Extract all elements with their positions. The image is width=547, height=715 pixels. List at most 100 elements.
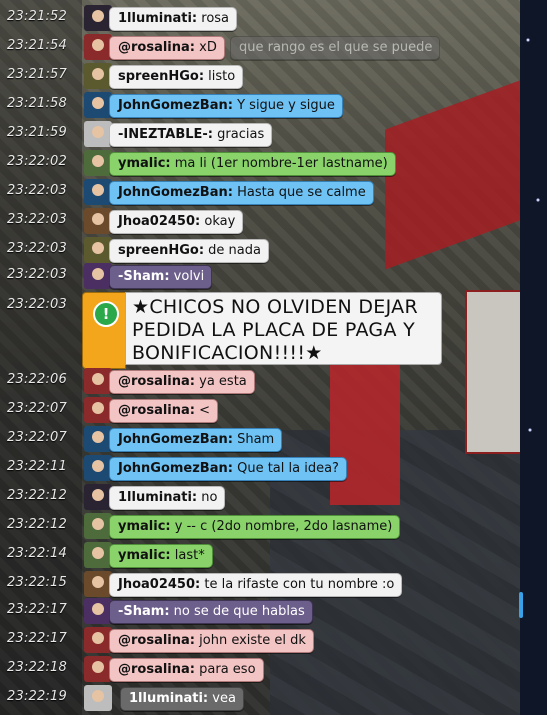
username: -Sham: (118, 269, 170, 284)
chat-row: 23:22:19 1lluminati: vea (0, 684, 520, 713)
avatar[interactable] (84, 656, 112, 682)
chat-bubble[interactable]: -INEZTABLE-: gracias (109, 123, 273, 147)
chat-bubble[interactable]: JohnGomezBan: Hasta que se calme (109, 181, 374, 205)
message-text: para eso (199, 662, 256, 677)
avatar[interactable] (84, 542, 112, 568)
avatar[interactable] (84, 455, 112, 481)
avatar[interactable] (84, 397, 112, 423)
chat-bubble-faded: que rango es el que se puede (230, 36, 441, 60)
chat-bubble[interactable]: @rosalina: ya esta (109, 370, 255, 394)
avatar[interactable] (84, 63, 112, 89)
avatar[interactable] (84, 426, 112, 452)
timestamp: 23:21:59 (7, 125, 67, 140)
chat-row: 23:21:57 spreenHGo: listo (0, 62, 520, 91)
timestamp: 23:22:07 (7, 430, 67, 445)
chat-row: 23:22:18 @rosalina: para eso (0, 655, 520, 684)
timestamp: 23:22:03 (7, 183, 67, 198)
timestamp: 23:22:11 (7, 459, 67, 474)
username: @rosalina: (118, 40, 195, 55)
message-text: ma li (1er nombre-1er lastname) (174, 156, 388, 171)
chat-bubble[interactable]: 1lluminati: vea (120, 687, 244, 711)
chat-row: 23:22:17 -Sham: no se de que hablas (0, 597, 520, 626)
avatar[interactable] (84, 685, 112, 711)
avatar[interactable] (84, 5, 112, 31)
chat-bubble[interactable]: ymalic: y -- c (2do nombre, 2do lasname) (109, 515, 401, 539)
avatar[interactable] (84, 627, 112, 653)
avatar[interactable] (84, 484, 112, 510)
chat-bubble[interactable]: @rosalina: < (109, 399, 219, 423)
avatar[interactable] (84, 121, 112, 147)
message-text: no se de que hablas (173, 604, 305, 619)
chat-bubble[interactable]: -Sham: volvi (109, 265, 213, 289)
username: 1lluminati: (118, 11, 198, 26)
message-text: Sham (237, 432, 275, 447)
username: spreenHGo: (118, 69, 205, 84)
username: @rosalina: (118, 374, 195, 389)
chat-bubble[interactable]: JohnGomezBan: Que tal la idea? (109, 457, 347, 481)
chat-row: 23:22:06 @rosalina: ya esta (0, 367, 520, 396)
avatar[interactable] (84, 571, 112, 597)
timestamp: 23:22:19 (7, 689, 67, 704)
username: -Sham: (118, 604, 170, 619)
timestamp: 23:22:03 (7, 212, 67, 227)
chat-bubble[interactable]: ymalic: ma li (1er nombre-1er lastname) (109, 152, 396, 176)
chat-row: 23:22:07 @rosalina: < (0, 396, 520, 425)
alert-bubble[interactable]: ! ★CHICOS NO OLVIDEN DEJAR PEDIDA LA PLA… (82, 292, 444, 369)
chat-bubble[interactable]: spreenHGo: de nada (109, 239, 269, 263)
message-text: vea (212, 691, 236, 706)
chat-row: 23:21:59 -INEZTABLE-: gracias (0, 120, 520, 149)
chat-bubble[interactable]: JohnGomezBan: Y sigue y sigue (109, 94, 343, 118)
timestamp: 23:22:07 (7, 401, 67, 416)
chat-row: 23:21:58 JohnGomezBan: Y sigue y sigue (0, 91, 520, 120)
message-text: last* (174, 548, 205, 563)
avatar[interactable] (84, 598, 112, 624)
username: JohnGomezBan: (118, 432, 233, 447)
chat-bubble[interactable]: @rosalina: john existe el dk (109, 629, 314, 653)
chat-bubble[interactable]: 1lluminati: rosa (109, 7, 238, 31)
chat-bubble[interactable]: Jhoa02450: okay (109, 210, 244, 234)
side-panel (520, 0, 547, 715)
timestamp: 23:22:03 (7, 267, 67, 282)
chat-bubble[interactable]: 1lluminati: no (109, 486, 226, 510)
chat-bubble[interactable]: @rosalina: para eso (109, 658, 264, 682)
timestamp: 23:22:03 (7, 297, 67, 312)
username: ymalic: (118, 519, 171, 534)
timestamp: 23:22:06 (7, 372, 67, 387)
avatar[interactable] (84, 92, 112, 118)
chat-row: 23:22:14 ymalic: last* (0, 541, 520, 570)
avatar[interactable] (84, 150, 112, 176)
chat-row: 23:21:54 @rosalina: xD que rango es el q… (0, 33, 520, 62)
avatar[interactable] (84, 513, 112, 539)
avatar[interactable] (84, 208, 112, 234)
chat-bubble[interactable]: @rosalina: xD (109, 36, 225, 60)
chat-bubble[interactable]: Jhoa02450: te la rifaste con tu nombre :… (109, 573, 403, 597)
chat-bubble[interactable]: spreenHGo: listo (109, 65, 244, 89)
message-text: xD (199, 40, 217, 55)
avatar[interactable] (84, 263, 112, 289)
avatar[interactable] (84, 237, 112, 263)
chat-bubble[interactable]: -Sham: no se de que hablas (109, 600, 313, 624)
timestamp: 23:21:54 (7, 38, 67, 53)
chat-row: 23:22:17 @rosalina: john existe el dk (0, 626, 520, 655)
timestamp: 23:22:17 (7, 602, 67, 617)
chat-row: 23:22:03 JohnGomezBan: Hasta que se calm… (0, 178, 520, 207)
username: JohnGomezBan: (118, 461, 233, 476)
message-text: que rango es el que se puede (239, 40, 433, 55)
alert-icon-box: ! (82, 292, 126, 369)
chat-row: 23:22:02 ymalic: ma li (1er nombre-1er l… (0, 149, 520, 178)
chat-bubble[interactable]: ymalic: last* (109, 544, 213, 568)
username: @rosalina: (118, 662, 195, 677)
message-text: Hasta que se calme (237, 185, 366, 200)
avatar[interactable] (84, 34, 112, 60)
timestamp: 23:22:18 (7, 660, 67, 675)
avatar[interactable] (84, 368, 112, 394)
message-text: ya esta (199, 374, 247, 389)
timestamp: 23:22:03 (7, 241, 67, 256)
avatar[interactable] (84, 179, 112, 205)
exclamation-icon: ! (93, 301, 119, 327)
message-text: de nada (208, 243, 261, 258)
chat-row: 23:22:11 JohnGomezBan: Que tal la idea? (0, 454, 520, 483)
message-text: volvi (173, 269, 205, 284)
message-text: john existe el dk (199, 633, 306, 648)
chat-bubble[interactable]: JohnGomezBan: Sham (109, 428, 283, 452)
